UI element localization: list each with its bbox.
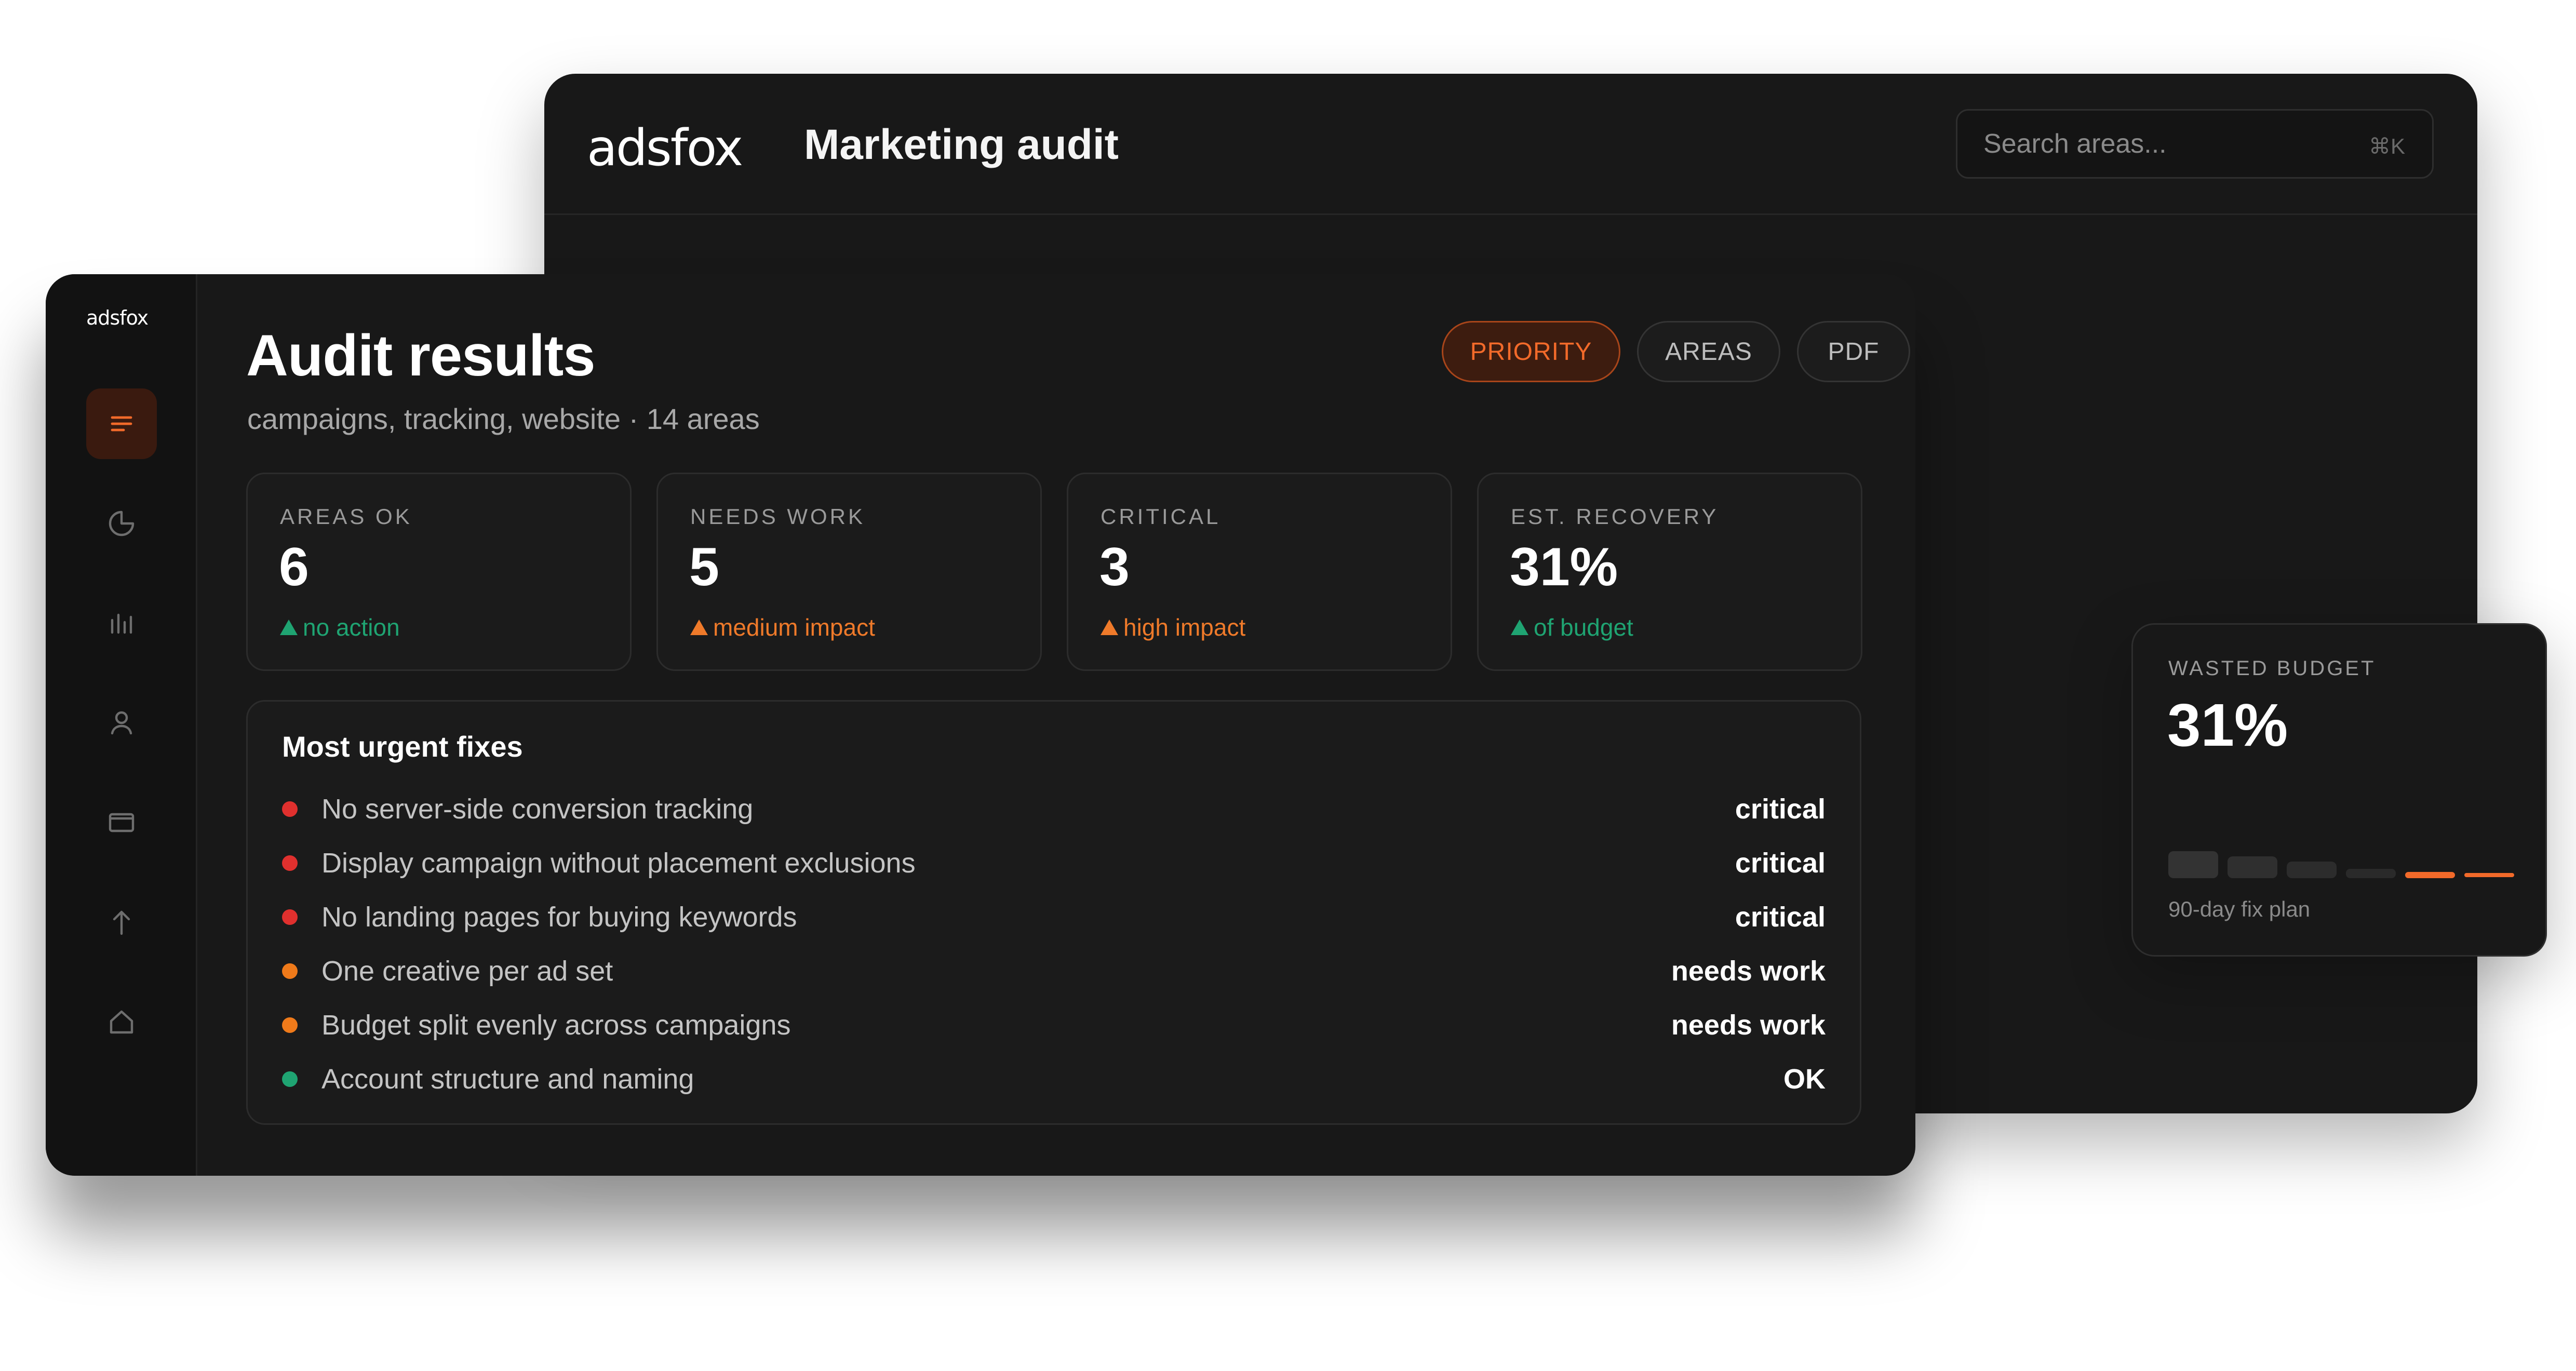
fix-label: One creative per ad set <box>321 956 613 987</box>
sidebar-item-card[interactable] <box>86 787 157 858</box>
status-dot-icon <box>282 855 298 871</box>
status-dot-icon <box>282 963 298 979</box>
logo-wordmark: adsfox <box>587 119 743 177</box>
status-dot-icon <box>282 801 298 817</box>
stat-label: EST. RECOVERY <box>1511 504 1719 529</box>
sidebar-item-user[interactable] <box>86 688 157 758</box>
stat-note-text: medium impact <box>713 614 875 641</box>
fix-row[interactable]: Display campaign without placement exclu… <box>282 843 1826 884</box>
card-label: WASTED BUDGET <box>2168 657 2376 680</box>
stat-value: 31% <box>1510 537 1618 597</box>
home-icon <box>110 1010 133 1034</box>
pie-chart-icon <box>109 510 135 536</box>
arrow-up-icon <box>113 910 130 935</box>
fix-row[interactable]: No server-side conversion tracking criti… <box>282 789 1826 830</box>
window-title: Marketing audit <box>804 121 1119 168</box>
card-caption: 90-day fix plan <box>2168 897 2311 921</box>
sidebar-item-arrow-up[interactable] <box>86 887 157 958</box>
stat-value: 3 <box>1099 537 1130 597</box>
fix-status: critical <box>1735 902 1826 933</box>
bar-chart-icon <box>111 613 132 634</box>
stat-card-needs-work: NEEDS WORK 5 medium impact <box>656 473 1042 671</box>
plan-bar <box>2405 872 2455 878</box>
triangle-up-icon <box>690 620 708 635</box>
stat-value: 5 <box>689 537 719 597</box>
plan-bar <box>2228 856 2277 878</box>
stat-card-est-recovery: EST. RECOVERY 31% of budget <box>1477 473 1862 671</box>
fix-status: critical <box>1735 848 1826 879</box>
triangle-up-icon <box>1511 620 1528 635</box>
page-title: Audit results <box>246 323 596 388</box>
user-icon <box>111 711 132 735</box>
page-subtitle: campaigns, tracking, website · 14 areas <box>247 402 760 435</box>
plan-bar <box>2464 873 2514 877</box>
stat-note: high impact <box>1101 613 1245 641</box>
stat-note: of budget <box>1511 613 1633 641</box>
stat-label: NEEDS WORK <box>690 504 866 529</box>
sidebar-item-pie-chart[interactable] <box>86 488 157 559</box>
triangle-up-icon <box>280 620 298 635</box>
tab-areas[interactable]: AREAS <box>1637 321 1780 382</box>
adsfox-logo: adsfox <box>587 119 743 177</box>
stat-note-text: no action <box>303 614 400 641</box>
sidebar-item-bar-chart[interactable] <box>86 588 157 658</box>
fix-label: No server-side conversion tracking <box>321 794 754 825</box>
triangle-up-icon <box>1101 620 1118 635</box>
stat-value: 6 <box>279 537 309 597</box>
fix-label: No landing pages for buying keywords <box>321 902 797 933</box>
list-icon <box>111 416 132 432</box>
search-shortcut-hint: ⌘K <box>2368 134 2405 158</box>
window-header: adsfox Marketing audit ⌘K <box>544 74 2477 215</box>
search-input[interactable] <box>1983 111 2347 177</box>
plan-bar <box>2287 862 2337 878</box>
plan-bar <box>2346 869 2396 878</box>
stat-note: no action <box>280 613 400 641</box>
main-content: Audit results campaigns, tracking, websi… <box>197 274 1915 1176</box>
fix-row[interactable]: Budget split evenly across campaigns nee… <box>282 1005 1826 1046</box>
fix-row[interactable]: Account structure and naming OK <box>282 1059 1826 1100</box>
stat-card-critical: CRITICAL 3 high impact <box>1067 473 1452 671</box>
fix-status: needs work <box>1671 1010 1826 1041</box>
panel-title: Most urgent fixes <box>282 730 523 763</box>
card-value: 31% <box>2167 691 2288 759</box>
stat-card-areas-ok: AREAS OK 6 no action <box>246 473 632 671</box>
stat-note-text: of budget <box>1534 614 1633 641</box>
fix-label: Budget split evenly across campaigns <box>321 1010 791 1041</box>
sidebar-item-list[interactable] <box>86 388 157 459</box>
tab-priority[interactable]: PRIORITY <box>1442 321 1620 382</box>
sidebar-logo: adsfox <box>86 306 149 329</box>
fix-status: OK <box>1783 1064 1826 1095</box>
sidebar: adsfox <box>46 274 197 1176</box>
fix-row[interactable]: One creative per ad set needs work <box>282 951 1826 992</box>
search-box[interactable]: ⌘K <box>1956 109 2434 179</box>
fix-label: Account structure and naming <box>321 1064 694 1095</box>
stat-note: medium impact <box>690 613 875 641</box>
wasted-budget-card: WASTED BUDGET 31% 90-day fix plan <box>2131 623 2547 957</box>
card-icon <box>109 813 135 832</box>
status-dot-icon <box>282 1017 298 1033</box>
tab-pdf[interactable]: PDF <box>1797 321 1910 382</box>
audit-results-window: adsfox Audit results campaigns, tracking… <box>46 274 1915 1176</box>
status-dot-icon <box>282 909 298 925</box>
stat-label: CRITICAL <box>1101 504 1221 529</box>
sidebar-item-home[interactable] <box>86 987 157 1057</box>
stat-note-text: high impact <box>1123 614 1246 641</box>
stat-label: AREAS OK <box>280 504 412 529</box>
plan-bar <box>2168 851 2218 878</box>
urgent-fixes-panel: Most urgent fixes No server-side convers… <box>246 700 1861 1125</box>
status-dot-icon <box>282 1071 298 1087</box>
sidebar-logo-wordmark: adsfox <box>86 306 149 329</box>
fix-label: Display campaign without placement exclu… <box>321 848 916 879</box>
fix-row[interactable]: No landing pages for buying keywords cri… <box>282 897 1826 938</box>
fix-status: needs work <box>1671 956 1826 987</box>
fix-status: critical <box>1735 794 1826 825</box>
